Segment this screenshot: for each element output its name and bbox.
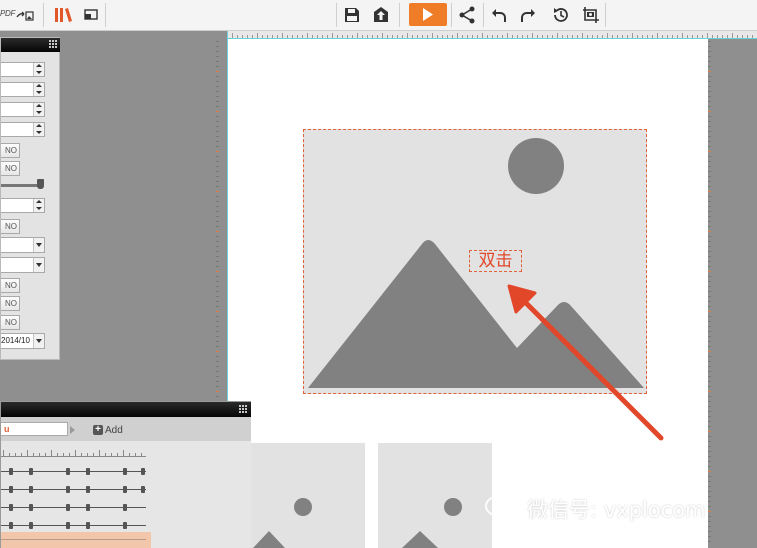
- double-click-hint[interactable]: 双击: [469, 250, 522, 272]
- add-label: Add: [105, 424, 123, 436]
- number-stepper[interactable]: [1, 82, 45, 97]
- timeline-panel: u + Add: [0, 401, 251, 548]
- watermark: 微信号: vxplocom: [485, 493, 705, 525]
- toggle-button[interactable]: NO: [1, 219, 20, 234]
- keyframe-marker[interactable]: [29, 486, 33, 493]
- timeline-ruler: [1, 450, 146, 457]
- keyframe-marker[interactable]: [66, 504, 70, 511]
- publish-icon[interactable]: [368, 3, 394, 27]
- date-value: 2014/10: [1, 336, 30, 345]
- keyframe-marker[interactable]: [29, 468, 33, 475]
- keyframe-marker[interactable]: [141, 486, 145, 493]
- share-icon[interactable]: [454, 3, 480, 27]
- keyframe-marker[interactable]: [86, 504, 90, 511]
- timeline-tracks[interactable]: [1, 441, 251, 548]
- keyframe-marker[interactable]: [123, 504, 127, 511]
- stepper-arrows-icon[interactable]: [33, 103, 44, 116]
- date-dropdown[interactable]: 2014/10: [1, 333, 45, 349]
- pdf-export-label[interactable]: PDF: [0, 9, 15, 18]
- plus-icon: +: [93, 425, 103, 435]
- watermark-text: 微信号: vxplocom: [527, 498, 706, 522]
- main-toolbar: PDF: [0, 0, 757, 31]
- keyframe-marker[interactable]: [9, 468, 13, 475]
- properties-panel: NO NO NO NO NO NO 2014/10: [0, 37, 60, 360]
- layer-name-input[interactable]: u: [1, 422, 68, 436]
- stepper-arrows-icon[interactable]: [33, 123, 44, 136]
- grip-icon[interactable]: [49, 40, 58, 49]
- number-stepper[interactable]: [1, 122, 45, 137]
- right-ruler: [708, 39, 711, 548]
- keyframe-marker[interactable]: [9, 486, 13, 493]
- stepper-arrows-icon[interactable]: [33, 63, 44, 76]
- dropdown[interactable]: [1, 237, 45, 253]
- image-placeholder-icon: [253, 498, 312, 548]
- keyframe-marker[interactable]: [66, 522, 70, 529]
- panel-header[interactable]: [1, 38, 60, 52]
- chevron-down-icon[interactable]: [33, 334, 44, 348]
- play-icon: [423, 8, 433, 21]
- stepper-arrows-icon[interactable]: [33, 83, 44, 96]
- number-stepper[interactable]: [1, 198, 45, 213]
- keyframe-marker[interactable]: [66, 486, 70, 493]
- keyframe-marker[interactable]: [9, 504, 13, 511]
- number-stepper[interactable]: [1, 102, 45, 117]
- keyframe-marker[interactable]: [123, 486, 127, 493]
- library-icon[interactable]: [50, 3, 76, 27]
- keyframe-marker[interactable]: [123, 468, 127, 475]
- keyframe-marker[interactable]: [123, 522, 127, 529]
- keyframe-marker[interactable]: [86, 522, 90, 529]
- undo-icon[interactable]: [486, 3, 512, 27]
- number-stepper[interactable]: [1, 62, 45, 77]
- keyframe-marker[interactable]: [66, 468, 70, 475]
- play-arrow-icon[interactable]: [70, 426, 75, 434]
- image-placeholder-small[interactable]: [378, 443, 492, 548]
- add-button[interactable]: + Add: [93, 423, 123, 437]
- keyframe-marker[interactable]: [29, 522, 33, 529]
- toggle-button[interactable]: NO: [1, 296, 20, 311]
- keyframe-marker[interactable]: [29, 504, 33, 511]
- keyframe-marker[interactable]: [86, 486, 90, 493]
- toggle-button[interactable]: NO: [1, 278, 20, 293]
- image-export-icon[interactable]: [14, 4, 36, 28]
- pointer-arrow: [507, 284, 664, 441]
- dropdown[interactable]: [1, 257, 45, 273]
- selected-track[interactable]: [1, 532, 151, 548]
- keyframe-marker[interactable]: [86, 468, 90, 475]
- image-placeholder-icon: [402, 498, 462, 548]
- history-icon[interactable]: [548, 3, 574, 27]
- toggle-button[interactable]: NO: [1, 315, 20, 330]
- redo-icon[interactable]: [515, 3, 541, 27]
- save-icon[interactable]: [339, 3, 365, 27]
- keyframe-marker[interactable]: [141, 468, 145, 475]
- play-button[interactable]: [409, 3, 447, 26]
- chevron-down-icon[interactable]: [33, 238, 44, 252]
- horizontal-ruler: [228, 31, 757, 39]
- image-placeholder-small[interactable]: [251, 443, 365, 548]
- toggle-button[interactable]: NO: [1, 161, 20, 176]
- stepper-arrows-icon[interactable]: [33, 199, 44, 212]
- panel-header[interactable]: [1, 402, 251, 417]
- toggle-button[interactable]: NO: [1, 143, 20, 158]
- grip-icon[interactable]: [239, 405, 248, 414]
- slider-handle[interactable]: [37, 179, 44, 189]
- chevron-down-icon[interactable]: [33, 258, 44, 272]
- keyframe-marker[interactable]: [9, 522, 13, 529]
- screen-icon[interactable]: [78, 3, 104, 27]
- wechat-icon: [485, 495, 518, 521]
- screenshot-icon[interactable]: [578, 3, 604, 27]
